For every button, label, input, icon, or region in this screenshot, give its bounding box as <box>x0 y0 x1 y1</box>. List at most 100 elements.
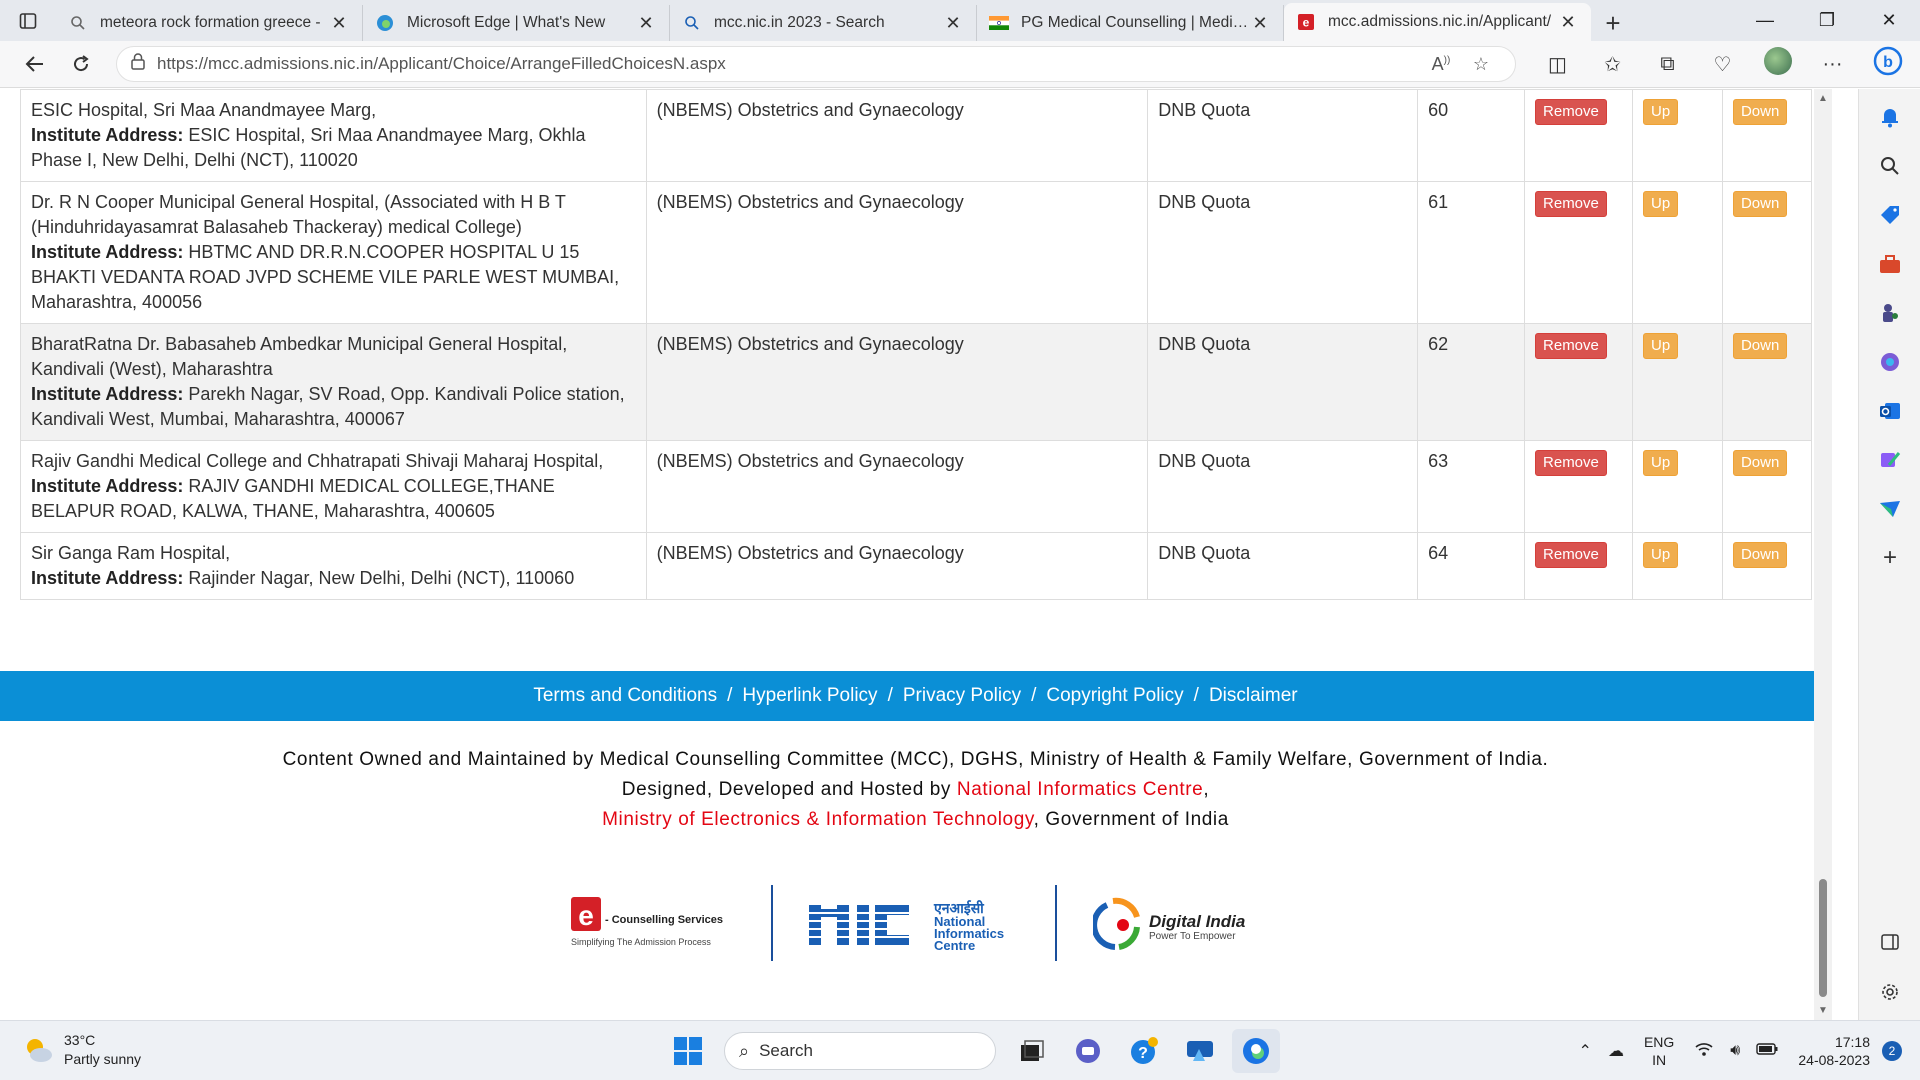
close-window-button[interactable]: ✕ <box>1858 0 1920 41</box>
remove-button[interactable]: Remove <box>1535 333 1607 359</box>
choice-number-cell: 64 <box>1417 532 1526 600</box>
split-screen-icon[interactable]: ◫ <box>1530 52 1585 77</box>
remove-cell: Remove <box>1524 440 1633 533</box>
copyright-policy-link[interactable]: Copyright Policy <box>1046 685 1183 707</box>
move-up-button[interactable]: Up <box>1643 333 1679 359</box>
volume-icon[interactable]: 🔊︎ <box>1730 1042 1740 1060</box>
start-button[interactable] <box>664 1029 712 1073</box>
remove-button[interactable]: Remove <box>1535 542 1607 568</box>
close-tab-icon[interactable]: ✕ <box>328 13 350 34</box>
add-sidebar-app-icon[interactable]: + <box>1877 544 1903 571</box>
quota-cell: DNB Quota <box>1147 532 1419 600</box>
language-region: IN <box>1652 1052 1667 1068</box>
notification-count-badge[interactable]: 2 <box>1882 1041 1902 1061</box>
teams-chat-button[interactable] <box>1064 1029 1112 1073</box>
tab-pg-medical-counselling[interactable]: PG Medical Counselling | Medica ✕ <box>977 5 1284 41</box>
tab-edge-whats-new[interactable]: Microsoft Edge | What's New ✕ <box>363 5 670 41</box>
new-tab-button[interactable]: + <box>1591 5 1635 41</box>
scroll-up-arrow-icon[interactable]: ▲ <box>1818 93 1828 104</box>
partly-sunny-icon <box>27 1039 52 1062</box>
tab-title: meteora rock formation greece - <box>100 14 321 31</box>
move-down-button[interactable]: Down <box>1732 191 1788 217</box>
nic-link[interactable]: National Informatics Centre <box>957 779 1203 800</box>
restore-button[interactable]: ❐ <box>1796 0 1858 41</box>
digital-india-logo[interactable]: Digital India Power To Empower <box>1093 885 1263 961</box>
tab-mcc-search[interactable]: mcc.nic.in 2023 - Search ✕ <box>670 5 977 41</box>
page-scrollbar[interactable]: ▲ ▼ <box>1814 89 1832 1020</box>
wifi-icon[interactable] <box>1694 1041 1714 1062</box>
nic-logo[interactable]: एनआईसी National Informatics Centre <box>809 885 1019 961</box>
remove-button[interactable]: Remove <box>1535 191 1607 217</box>
close-tab-icon[interactable]: ✕ <box>1249 13 1271 34</box>
microsoft-365-icon[interactable] <box>1877 349 1903 375</box>
move-up-button[interactable]: Up <box>1643 542 1679 568</box>
collections-icon[interactable]: ⧉ <box>1640 53 1695 76</box>
close-tab-icon[interactable]: ✕ <box>942 13 964 34</box>
show-hidden-icons-chevron-icon[interactable]: ⌃ <box>1579 1041 1592 1061</box>
favorite-star-icon[interactable]: ☆ <box>1461 54 1501 75</box>
institute-name: Dr. R N Cooper Municipal General Hospita… <box>31 192 566 237</box>
weather-widget[interactable]: 33°C Partly sunny <box>22 1031 141 1069</box>
nic-line-3: Centre <box>934 938 975 953</box>
quick-assist-button[interactable] <box>1176 1029 1224 1073</box>
minimize-button[interactable]: — <box>1734 0 1796 41</box>
tab-mcc-admissions[interactable]: e mcc.admissions.nic.in/Applicant/ ✕ <box>1284 3 1591 41</box>
disclaimer-link[interactable]: Disclaimer <box>1209 685 1298 707</box>
remove-button[interactable]: Remove <box>1535 99 1607 125</box>
chat-icon <box>1076 1039 1100 1063</box>
taskbar-search[interactable]: ⌕ Search <box>724 1032 996 1070</box>
remove-cell: Remove <box>1524 323 1633 441</box>
battery-icon[interactable] <box>1756 1042 1778 1060</box>
tab-actions-button[interactable] <box>0 0 56 41</box>
scroll-thumb[interactable] <box>1819 879 1827 997</box>
settings-more-icon[interactable]: ··· <box>1805 53 1860 76</box>
move-down-button[interactable]: Down <box>1732 333 1788 359</box>
bell-icon[interactable] <box>1877 104 1903 130</box>
send-drop-icon[interactable] <box>1877 496 1903 522</box>
favorites-icon[interactable]: ✩ <box>1585 52 1640 77</box>
get-help-button[interactable]: ? <box>1120 1029 1168 1073</box>
move-up-button[interactable]: Up <box>1643 191 1679 217</box>
language-indicator[interactable]: ENG IN <box>1644 1033 1674 1069</box>
terms-link[interactable]: Terms and Conditions <box>533 685 717 707</box>
scroll-down-arrow-icon[interactable]: ▼ <box>1818 1005 1828 1016</box>
close-tab-icon[interactable]: ✕ <box>1557 12 1579 33</box>
move-down-button[interactable]: Down <box>1732 99 1788 125</box>
privacy-policy-link[interactable]: Privacy Policy <box>903 685 1021 707</box>
read-aloud-icon[interactable]: A)) <box>1421 54 1461 75</box>
outlook-icon[interactable] <box>1877 398 1903 424</box>
hide-sidebar-icon[interactable] <box>1877 929 1903 955</box>
back-button[interactable] <box>12 44 58 84</box>
remove-button[interactable]: Remove <box>1535 450 1607 476</box>
move-down-button[interactable]: Down <box>1732 450 1788 476</box>
hyperlink-policy-link[interactable]: Hyperlink Policy <box>742 685 877 707</box>
edge-taskbar-button[interactable] <box>1232 1029 1280 1073</box>
close-tab-icon[interactable]: ✕ <box>635 13 657 34</box>
onedrive-cloud-icon[interactable]: ☁ <box>1608 1041 1624 1061</box>
move-up-button[interactable]: Up <box>1643 99 1679 125</box>
taskbar-clock[interactable]: 17:18 24-08-2023 <box>1798 1033 1870 1069</box>
sidebar-settings-gear-icon[interactable] <box>1877 979 1903 1005</box>
url-text[interactable]: https://mcc.admissions.nic.in/Applicant/… <box>157 54 1421 74</box>
games-chess-icon[interactable] <box>1877 300 1903 326</box>
tools-briefcase-icon[interactable] <box>1877 251 1903 277</box>
bing-copilot-icon[interactable]: b <box>1860 46 1915 82</box>
browser-essentials-icon[interactable]: ♡ <box>1695 52 1750 77</box>
credits-suffix: , Government of India <box>1033 809 1229 830</box>
refresh-button[interactable] <box>58 44 104 84</box>
task-view-icon <box>1021 1040 1044 1061</box>
task-view-button[interactable] <box>1008 1029 1056 1073</box>
move-down-button[interactable]: Down <box>1732 542 1788 568</box>
address-bar[interactable]: https://mcc.admissions.nic.in/Applicant/… <box>116 46 1516 82</box>
refresh-icon <box>74 55 89 72</box>
meity-link[interactable]: Ministry of Electronics & Information Te… <box>602 809 1034 830</box>
tab-meteora-search[interactable]: meteora rock formation greece - ✕ <box>56 5 363 41</box>
profile-avatar[interactable] <box>1750 47 1805 81</box>
lock-icon[interactable] <box>131 53 145 75</box>
footer-logos: e - Counselling Services Simplifying The… <box>565 885 1285 961</box>
designer-icon[interactable] <box>1877 447 1903 473</box>
move-up-button[interactable]: Up <box>1643 450 1679 476</box>
ecounselling-logo[interactable]: e - Counselling Services Simplifying The… <box>565 885 735 961</box>
search-icon[interactable] <box>1877 153 1903 179</box>
shopping-tag-icon[interactable] <box>1877 202 1903 228</box>
